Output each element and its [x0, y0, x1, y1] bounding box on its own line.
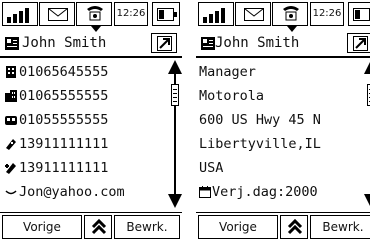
home-building-icon [5, 90, 17, 102]
list-item-mobile-2[interactable]: 13911111111 [0, 156, 168, 180]
softkey-bar: Vorige Bewrk. [196, 212, 370, 240]
mail-icon[interactable] [39, 2, 75, 26]
edit-softkey-button[interactable]: Bewrk. [114, 215, 180, 239]
signal-icon [198, 2, 234, 26]
country: USA [199, 160, 224, 176]
contact-name: John Smith [22, 35, 107, 51]
scrollbar[interactable] [168, 60, 182, 208]
phone-number: 01065555555 [19, 88, 109, 104]
back-softkey-button[interactable]: Vorige [2, 215, 82, 239]
list-item-birthday[interactable]: Verj.dag:2000 [196, 180, 364, 204]
list-item-title[interactable]: Manager [196, 60, 364, 84]
clock-time: 12:26 [114, 2, 148, 26]
battery-icon [348, 2, 370, 26]
email-address: Jon@yahoo.com [19, 184, 125, 200]
status-bar: 12:26 [196, 0, 370, 32]
mail-icon[interactable] [235, 2, 271, 26]
edit-contact-button[interactable] [347, 33, 370, 53]
list-item-street[interactable]: 600 US Hwy 45 N [196, 108, 364, 132]
edit-contact-button[interactable] [151, 33, 177, 53]
phone-icon[interactable] [76, 2, 112, 32]
up-chevron-icon [91, 219, 107, 235]
battery-icon [152, 2, 180, 26]
contact-card-icon [201, 37, 215, 50]
fax-icon [5, 116, 17, 125]
scroll-thumb[interactable] [171, 84, 179, 106]
edit-softkey-button[interactable]: Bewrk. [310, 215, 370, 239]
center-softkey-button[interactable] [280, 215, 308, 239]
list-item-mobile[interactable]: 13911111111 [0, 132, 168, 156]
contact-panel-details: 12:26 John Smith Manager Motorola 600 US… [196, 0, 370, 240]
mobile-phone-icon [6, 139, 16, 150]
softkey-bar: Vorige Bewrk. [0, 212, 182, 240]
clock-time: 12:26 [310, 2, 344, 26]
contact-card-icon [5, 37, 19, 50]
street-address: 600 US Hwy 45 N [199, 112, 321, 128]
signal-icon [2, 2, 38, 26]
contact-name: John Smith [215, 35, 300, 51]
mobile-phone-alt-icon [5, 163, 16, 174]
contact-panel-phones: 12:26 John Smith 01065645555 01065555555… [0, 0, 182, 240]
list-item-city[interactable]: Libertyville,IL [196, 132, 364, 156]
scroll-down-arrow-icon[interactable] [168, 194, 182, 208]
list-item-fax[interactable]: 01055555555 [0, 108, 168, 132]
phone-number: 01055555555 [19, 112, 109, 128]
contact-header: John Smith [0, 32, 182, 58]
list-item-email[interactable]: Jon@yahoo.com [0, 180, 168, 204]
list-item-work-phone[interactable]: 01065645555 [0, 60, 168, 84]
email-icon [5, 190, 17, 195]
list-item-country[interactable]: USA [196, 156, 364, 180]
contact-header: John Smith [196, 32, 370, 58]
scrollbar[interactable] [364, 60, 370, 208]
office-building-icon [6, 66, 16, 78]
edit-arrow-icon [157, 36, 172, 51]
up-chevron-icon [287, 219, 303, 235]
scroll-down-arrow-icon[interactable] [364, 194, 370, 208]
phone-number: 13911111111 [19, 160, 109, 176]
city-state: Libertyville,IL [199, 136, 321, 152]
list-item-company[interactable]: Motorola [196, 84, 364, 108]
phone-number: 01065645555 [19, 64, 109, 80]
back-softkey-button[interactable]: Vorige [198, 215, 278, 239]
company-name: Motorola [199, 88, 265, 104]
phone-number: 13911111111 [19, 136, 109, 152]
calendar-icon [199, 186, 211, 198]
job-title: Manager [199, 64, 256, 80]
status-bar: 12:26 [0, 0, 182, 32]
list-item-home-phone[interactable]: 01065555555 [0, 84, 168, 108]
edit-arrow-icon [353, 36, 368, 51]
center-softkey-button[interactable] [84, 215, 112, 239]
birthday-date: Verj.dag:2000 [212, 184, 318, 200]
phone-icon[interactable] [272, 2, 308, 32]
